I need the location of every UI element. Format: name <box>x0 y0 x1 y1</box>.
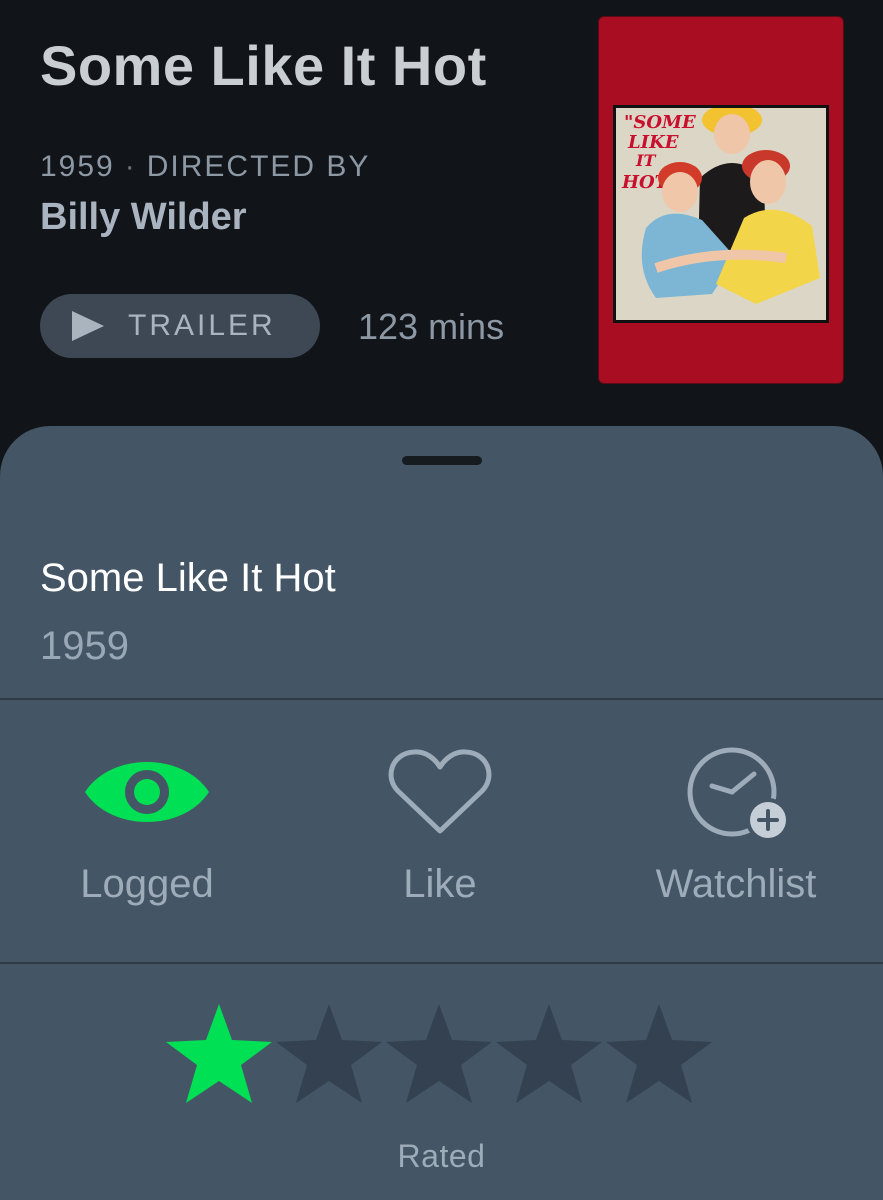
film-header: Some Like It Hot 1959 · DIRECTED BY Billy … <box>0 0 883 460</box>
divider <box>0 698 883 700</box>
sheet-drag-handle[interactable] <box>402 456 482 465</box>
film-poster[interactable]: "SOME LIKE IT HOT" <box>598 16 844 384</box>
like-button[interactable]: Like <box>320 742 560 922</box>
clock-plus-icon <box>687 747 790 840</box>
star-2-icon[interactable] <box>274 1002 384 1106</box>
star-rating[interactable] <box>164 1002 724 1106</box>
trailer-button[interactable]: TRAILER <box>40 294 320 358</box>
rated-label: Rated <box>397 1138 486 1174</box>
sheet-film-year: 1959 <box>40 624 129 668</box>
film-year: 1959 <box>40 150 115 183</box>
director-link[interactable]: Billy Wilder <box>40 196 247 239</box>
star-1-icon[interactable] <box>164 1002 274 1106</box>
play-icon <box>72 311 104 341</box>
watchlist-label: Watchlist <box>655 862 817 906</box>
logged-label: Logged <box>80 862 214 906</box>
trailer-label: TRAILER <box>128 309 276 342</box>
action-sheet: Some Like It Hot 1959 Logged Like Watchl… <box>0 426 883 1200</box>
star-5-icon[interactable] <box>604 1002 714 1106</box>
watchlist-button[interactable]: Watchlist <box>616 742 856 922</box>
sheet-film-title: Some Like It Hot <box>40 556 336 600</box>
film-meta-line: 1959 · DIRECTED BY <box>40 150 370 184</box>
poster-artwork: "SOME LIKE IT HOT" <box>613 105 829 323</box>
runtime: 123 mins <box>358 306 505 347</box>
logged-button[interactable]: Logged <box>27 742 267 922</box>
eye-icon <box>85 762 209 822</box>
heart-outline-icon <box>388 749 492 834</box>
divider <box>0 962 883 964</box>
film-title: Some Like It Hot <box>40 34 487 97</box>
svg-text:IT: IT <box>635 151 656 170</box>
poster-illustration: "SOME LIKE IT HOT" <box>616 108 826 320</box>
star-3-icon[interactable] <box>384 1002 494 1106</box>
svg-text:LIKE: LIKE <box>627 132 679 153</box>
like-label: Like <box>403 862 477 906</box>
svg-text:"SOME: "SOME <box>624 112 696 133</box>
star-4-icon[interactable] <box>494 1002 604 1106</box>
directed-by-label: DIRECTED BY <box>146 150 371 183</box>
meta-separator: · <box>124 150 137 183</box>
